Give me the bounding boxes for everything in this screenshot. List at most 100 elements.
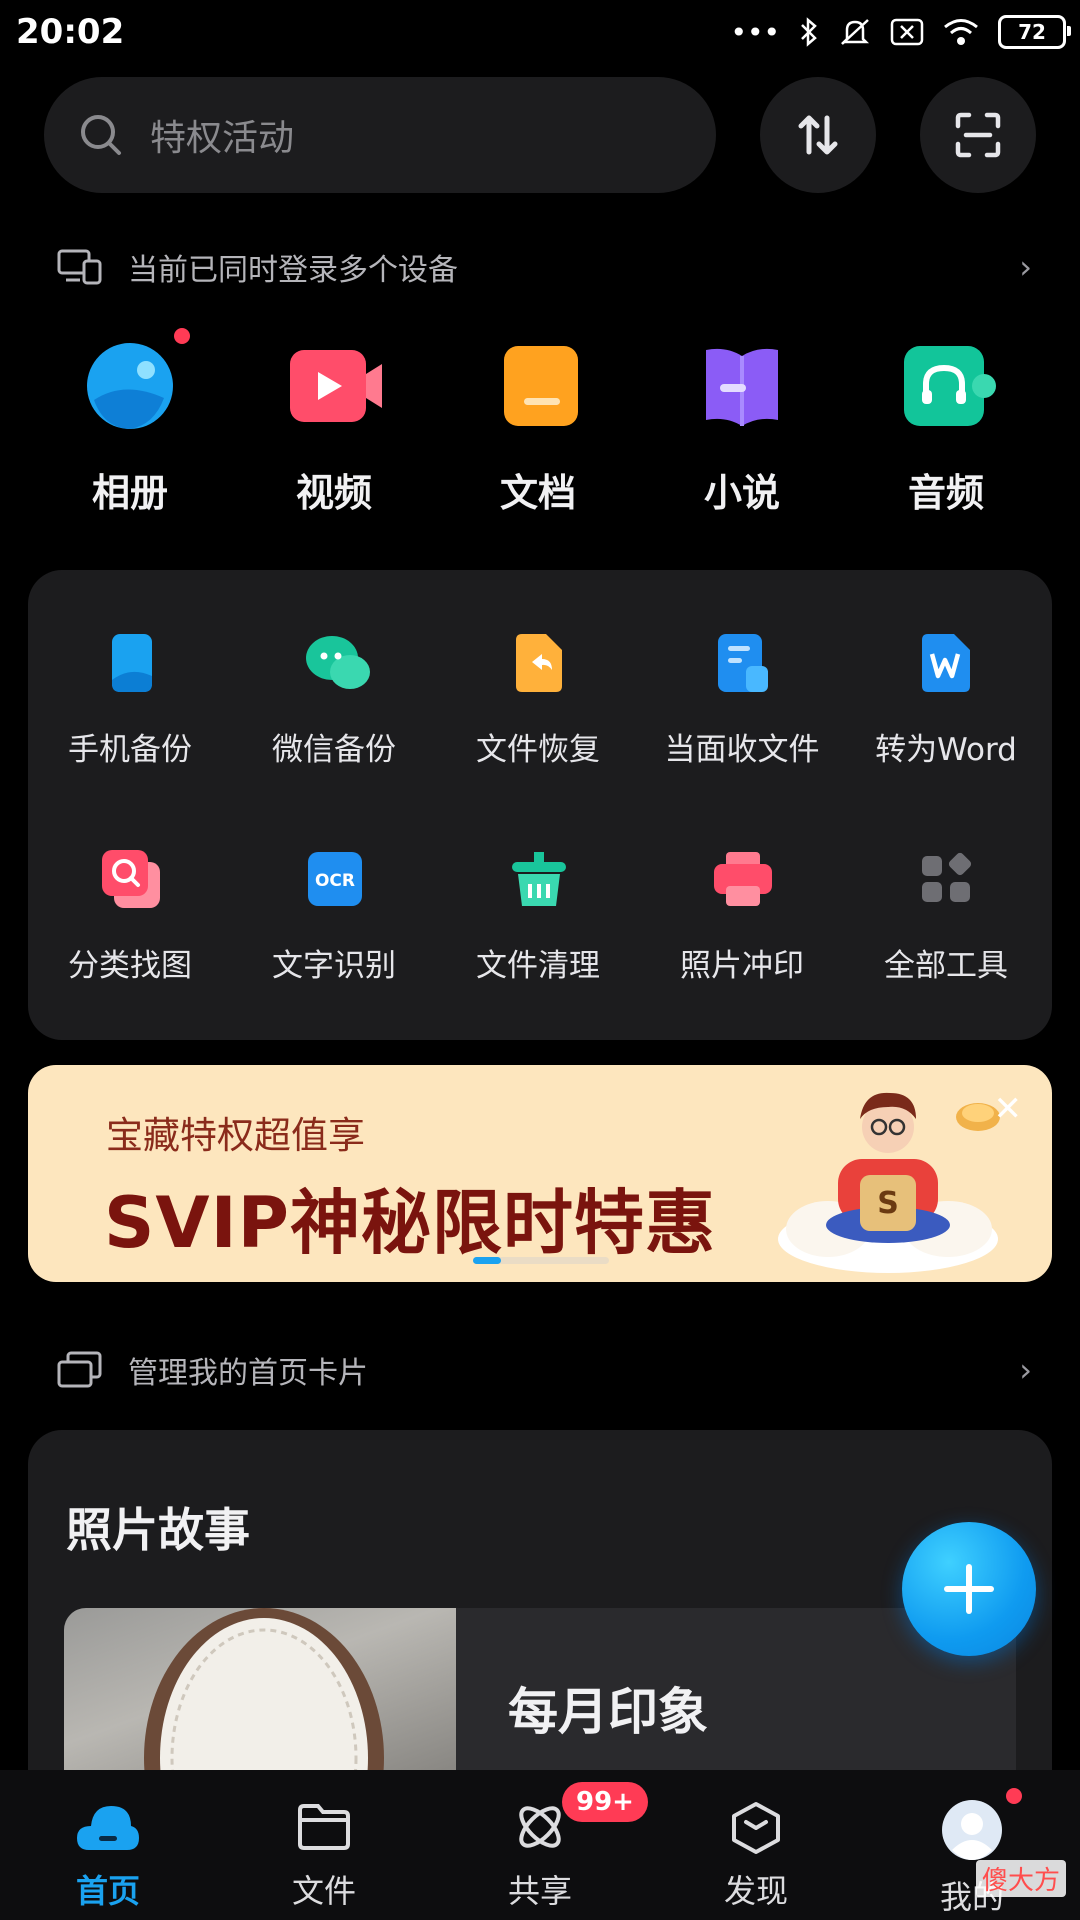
story-thumbnail-image [144, 1608, 384, 1770]
story-thumbnail [64, 1608, 456, 1770]
tool-label: 文件恢复 [476, 732, 600, 768]
photo-print-icon [714, 852, 772, 906]
tool-photo-print[interactable]: 照片冲印 [640, 848, 844, 985]
banner-pager-active [473, 1257, 501, 1264]
ocr-icon: OCR [308, 852, 362, 906]
nav-label: 共享 [507, 1872, 572, 1910]
share-badge: 99+ [562, 1782, 648, 1822]
document-icon [504, 346, 578, 426]
promo-banner[interactable]: 宝藏特权超值享 SVIP神秘限时特惠 S ✕ [28, 1065, 1052, 1282]
novel-icon [706, 348, 778, 426]
category-document[interactable]: 文档 [436, 340, 640, 517]
tool-image-search[interactable]: 分类找图 [28, 848, 232, 985]
device-notice-row[interactable]: 当前已同时登录多个设备 › [56, 237, 1032, 297]
device-notice-text: 当前已同时登录多个设备 [128, 253, 458, 288]
discover-icon [732, 1802, 780, 1854]
receive-file-icon [718, 634, 768, 692]
battery-level: 72 [1018, 20, 1046, 44]
photo-story-title: 照片故事 [66, 1503, 250, 1557]
mute-bell-icon [840, 19, 870, 45]
tool-label: 转为Word [875, 732, 1017, 768]
word-convert-icon [922, 634, 970, 692]
video-icon [290, 350, 382, 422]
tool-label: 当面收文件 [664, 732, 820, 768]
tool-ocr[interactable]: OCR 文字识别 [232, 848, 436, 985]
nav-home[interactable]: 首页 [0, 1800, 216, 1912]
scan-icon [955, 112, 1001, 158]
album-icon [87, 343, 173, 429]
nav-label: 首页 [75, 1872, 140, 1910]
album-notification-dot [174, 328, 190, 344]
status-clock: 20:02 [16, 12, 125, 52]
x-box-icon [890, 18, 924, 46]
tool-label: 文字识别 [272, 948, 396, 984]
banner-subtitle: 宝藏特权超值享 [106, 1114, 365, 1157]
watermark: 傻大方 [975, 1860, 1066, 1897]
devices-icon [57, 249, 102, 285]
plus-icon [944, 1564, 994, 1614]
folder-icon [298, 1804, 350, 1850]
ocr-icon-text: OCR [315, 871, 355, 891]
category-audio[interactable]: 音频 [844, 340, 1048, 517]
nav-discover[interactable]: 发现 [648, 1800, 864, 1912]
bluetooth-icon [801, 17, 817, 47]
scan-button[interactable] [920, 77, 1036, 193]
category-album[interactable]: 相册 [28, 328, 232, 517]
tool-label: 全部工具 [884, 948, 1008, 984]
tool-label: 文件清理 [476, 948, 600, 984]
wechat-backup-icon [306, 636, 370, 689]
category-novel[interactable]: 小说 [640, 340, 844, 517]
tool-all-tools[interactable]: 全部工具 [844, 848, 1048, 985]
category-label: 相册 [91, 471, 168, 515]
add-button[interactable] [902, 1522, 1036, 1656]
phone-backup-icon [112, 634, 152, 692]
manage-cards-row[interactable]: 管理我的首页卡片 › [56, 1340, 1032, 1400]
manage-cards-text: 管理我的首页卡片 [128, 1356, 368, 1391]
banner-title: SVIP神秘限时特惠 [104, 1182, 716, 1264]
tool-label: 分类找图 [68, 948, 192, 984]
tool-file-restore[interactable]: 文件恢复 [436, 632, 640, 769]
category-label: 音频 [907, 471, 984, 515]
nav-files[interactable]: 文件 [216, 1800, 432, 1912]
nav-label: 文件 [291, 1872, 356, 1910]
category-label: 小说 [703, 471, 780, 515]
image-search-icon [102, 850, 160, 908]
wifi-icon [944, 19, 978, 45]
nav-me[interactable]: 我的 [864, 1800, 1080, 1918]
audio-icon [904, 346, 996, 426]
status-icons: ••• 72 [730, 12, 1071, 52]
nav-label: 发现 [723, 1872, 788, 1910]
avatar-icon [942, 1800, 1002, 1860]
more-dots-icon: ••• [730, 15, 780, 49]
tool-phone-backup[interactable]: 手机备份 [28, 632, 232, 769]
tool-label: 照片冲印 [680, 948, 804, 984]
transfer-button[interactable] [760, 77, 876, 193]
close-icon[interactable]: ✕ [994, 1089, 1023, 1129]
tool-file-clean[interactable]: 文件清理 [436, 848, 640, 985]
search-bar[interactable]: 特权活动 [44, 77, 716, 193]
banner-pager [473, 1257, 609, 1264]
transfer-arrows-icon [798, 115, 838, 155]
file-clean-icon [512, 852, 566, 906]
me-notification-dot [1006, 1788, 1022, 1804]
category-video[interactable]: 视频 [232, 340, 436, 517]
search-input[interactable]: 特权活动 [150, 109, 294, 161]
category-row: 相册 视频 文档 小说 音频 [0, 328, 1080, 520]
tool-receive-file[interactable]: 当面收文件 [640, 632, 844, 769]
home-cloud-icon [77, 1806, 139, 1850]
bottom-nav: 首页 文件 共享 发现 我的 [0, 1770, 1080, 1920]
monthly-impression-card[interactable]: 每月印象 [64, 1608, 1016, 1770]
chevron-right-icon: › [1019, 248, 1032, 286]
tool-label: 手机备份 [68, 732, 192, 768]
photo-story-card: 照片故事 每月印象 [28, 1430, 1052, 1770]
tool-wechat-backup[interactable]: 微信备份 [232, 632, 436, 769]
mascot-emblem: S [877, 1186, 899, 1221]
tools-card: 手机备份 微信备份 文件恢复 当面收文件 转为Word 分类找图 OCR 文字识… [28, 570, 1052, 1040]
category-label: 文档 [499, 471, 576, 515]
file-restore-icon [516, 634, 562, 692]
status-bar: 20:02 ••• 72 [0, 0, 1080, 66]
tool-label: 微信备份 [272, 732, 396, 768]
tool-convert-word[interactable]: 转为Word [844, 632, 1048, 769]
story-item-label: 每月印象 [508, 1683, 708, 1741]
all-tools-icon [922, 852, 972, 902]
